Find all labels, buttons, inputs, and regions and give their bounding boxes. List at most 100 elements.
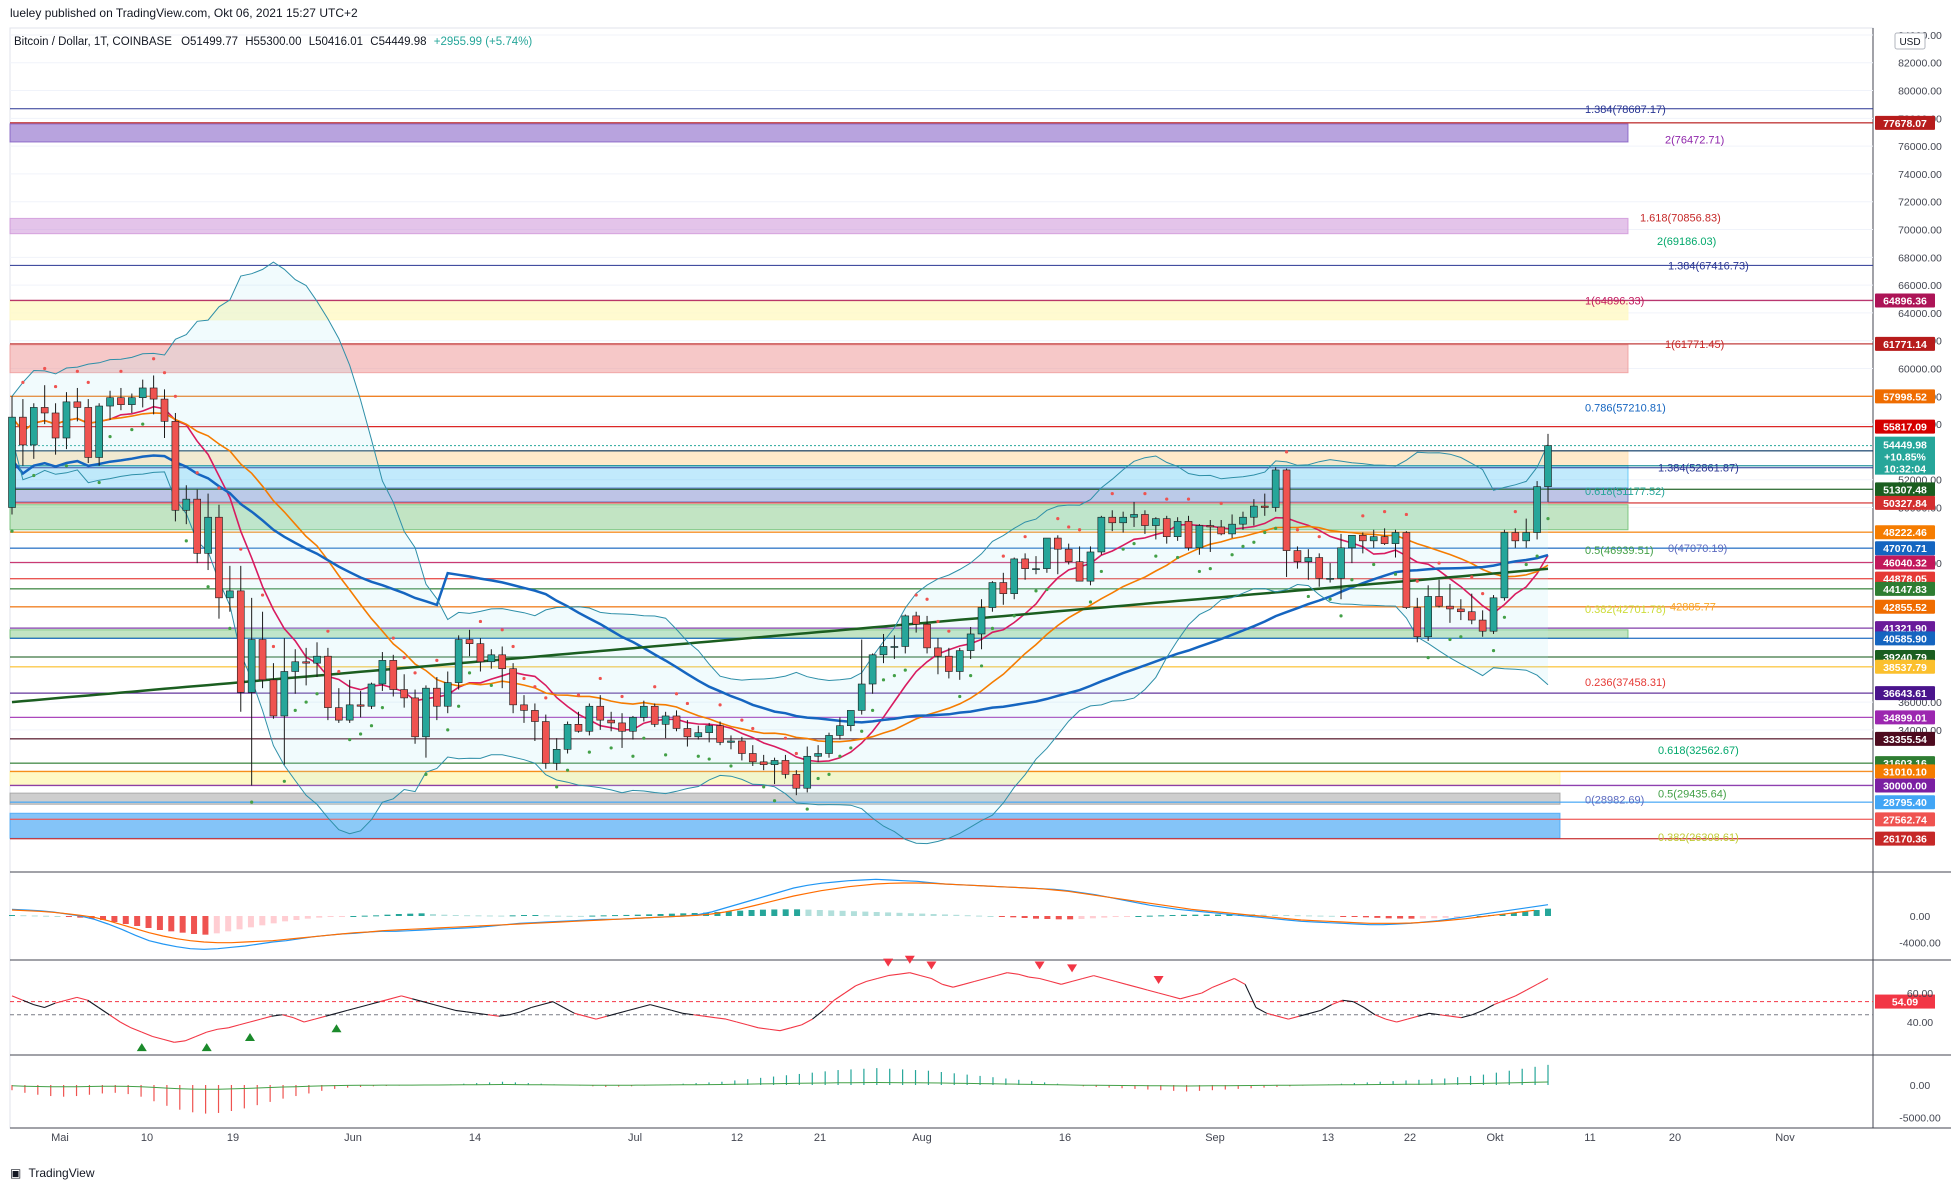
macd-histogram-bar bbox=[1419, 916, 1426, 919]
candle[interactable] bbox=[367, 682, 376, 710]
macd-panel[interactable]: 0.00 -4000.00 bbox=[9, 878, 1941, 950]
candle[interactable] bbox=[563, 721, 572, 754]
macd-histogram-bar bbox=[794, 909, 801, 916]
fib-label: 1.384(78687.17) bbox=[1585, 104, 1666, 116]
candle-body bbox=[650, 705, 659, 725]
sar-dot bbox=[1350, 578, 1354, 582]
rsi-segment bbox=[639, 1004, 651, 1009]
candle-body bbox=[847, 710, 855, 726]
macd-histogram-bar bbox=[338, 916, 345, 917]
candle-body bbox=[291, 661, 300, 672]
candle[interactable] bbox=[541, 714, 550, 769]
sar-dot bbox=[1481, 592, 1485, 596]
sar-dot bbox=[1470, 575, 1474, 579]
candle[interactable] bbox=[1097, 515, 1106, 555]
rsi-segment bbox=[812, 1009, 824, 1020]
oscillator-panel[interactable]: 0.00 -5000.00 bbox=[11, 1064, 1941, 1125]
candle[interactable] bbox=[1043, 537, 1051, 573]
sar-dot bbox=[1067, 525, 1071, 529]
candle-body bbox=[128, 397, 136, 405]
rsi-segment bbox=[585, 1015, 597, 1020]
fib-label: 0(47070.19) bbox=[1668, 543, 1727, 555]
candle[interactable] bbox=[1271, 467, 1280, 512]
sar-dot bbox=[282, 779, 286, 783]
sar-dot bbox=[827, 772, 831, 776]
macd-histogram-bar bbox=[566, 915, 573, 917]
candle-body bbox=[1435, 596, 1443, 607]
candle-body bbox=[552, 749, 561, 764]
candle[interactable] bbox=[1533, 481, 1541, 540]
sar-dot bbox=[239, 547, 243, 551]
macd-histogram-bar bbox=[998, 916, 1005, 917]
sar-dot bbox=[326, 629, 330, 633]
candle[interactable] bbox=[84, 399, 93, 464]
macd-histogram-bar bbox=[304, 916, 311, 919]
macd-histogram-bar bbox=[1021, 916, 1028, 918]
candle[interactable] bbox=[988, 581, 997, 612]
candle-body bbox=[1533, 486, 1541, 533]
sar-dot bbox=[609, 746, 613, 750]
macd-histogram-bar bbox=[1169, 915, 1176, 916]
rsi-segment bbox=[357, 1004, 370, 1009]
candle[interactable] bbox=[585, 703, 594, 736]
price-badge-label: 57998.52 bbox=[1883, 391, 1927, 403]
time-axis[interactable]: Mai 10 19 Jun 14 Jul 12 21 Aug 16 Sep 13 22 Okt 11 20 No… bbox=[51, 1132, 1795, 1144]
rsi-panel[interactable]: 54.0960.0040.00 bbox=[10, 955, 1935, 1052]
candle-body bbox=[149, 387, 158, 400]
sar-dot bbox=[969, 674, 973, 678]
sar-dot bbox=[173, 394, 178, 398]
sar-dot bbox=[958, 694, 962, 699]
candle[interactable] bbox=[1489, 595, 1498, 634]
currency-badge[interactable]: USD bbox=[1894, 32, 1926, 50]
legend-change: +2955.99 (+5.74%) bbox=[434, 36, 533, 48]
fib-label: 1.618(70856.83) bbox=[1640, 213, 1721, 225]
candle-body bbox=[748, 753, 757, 763]
sar-dot bbox=[195, 471, 199, 475]
rsi-segment bbox=[801, 1018, 813, 1026]
macd-histogram-bar bbox=[953, 914, 960, 916]
macd-histogram-bar bbox=[543, 915, 550, 917]
sar-dot bbox=[1437, 561, 1441, 565]
macd-tick-label: -4000.00 bbox=[1899, 938, 1941, 950]
sar-dot bbox=[751, 726, 755, 731]
candle[interactable] bbox=[95, 403, 103, 466]
macd-histogram-bar bbox=[987, 916, 994, 917]
rsi-segment bbox=[1439, 1014, 1451, 1017]
price-badge-label: 55817.09 bbox=[1883, 422, 1927, 434]
sar-dot bbox=[1219, 501, 1223, 505]
rsi-segment bbox=[1309, 1009, 1321, 1014]
rsi-segment bbox=[1482, 1004, 1495, 1011]
macd-histogram-bar bbox=[509, 915, 516, 917]
chart-canvas[interactable]: 1.384(78687.17) 2(76472.71) 1.618(70856.83… bbox=[0, 0, 1951, 1188]
candle[interactable] bbox=[650, 703, 659, 728]
candle-body bbox=[1337, 547, 1345, 579]
candle-body bbox=[1326, 578, 1334, 580]
macd-histogram-bar bbox=[612, 915, 619, 917]
time-tick-label: Jun bbox=[344, 1132, 362, 1144]
candle[interactable] bbox=[193, 489, 201, 564]
candle-body bbox=[955, 650, 964, 672]
rsi-segment bbox=[617, 1009, 629, 1014]
macd-histogram-bar bbox=[1442, 916, 1449, 918]
price-badge-label: 34899.01 bbox=[1883, 712, 1927, 724]
candle[interactable] bbox=[215, 504, 223, 619]
candle-body bbox=[302, 661, 310, 664]
rsi-segment bbox=[390, 995, 402, 1000]
macd-histogram-bar bbox=[202, 916, 209, 935]
sar-dot bbox=[805, 807, 809, 811]
candle[interactable] bbox=[1010, 557, 1019, 600]
rsi-segment bbox=[552, 1001, 564, 1008]
sar-dot bbox=[315, 692, 319, 696]
sar-dot bbox=[1404, 512, 1408, 517]
macd-histogram-bar bbox=[1124, 916, 1131, 917]
macd-histogram-bar bbox=[1135, 916, 1142, 917]
candle[interactable] bbox=[1086, 546, 1095, 586]
macd-histogram-bar bbox=[634, 914, 641, 916]
candle[interactable] bbox=[454, 635, 463, 690]
rsi-segment bbox=[1320, 1004, 1332, 1011]
candle[interactable] bbox=[411, 689, 419, 744]
macd-histogram-bar bbox=[373, 915, 380, 917]
candle[interactable] bbox=[171, 412, 180, 522]
candle[interactable] bbox=[1402, 531, 1411, 609]
candle[interactable] bbox=[1500, 529, 1509, 601]
